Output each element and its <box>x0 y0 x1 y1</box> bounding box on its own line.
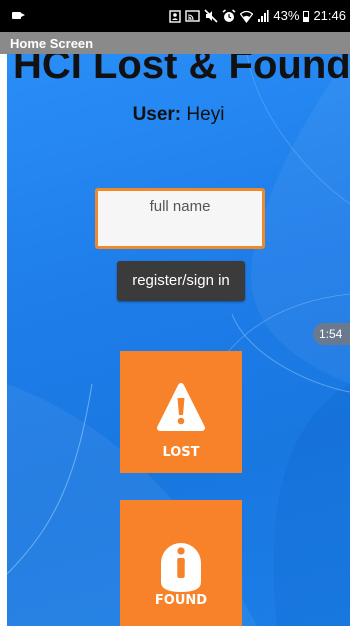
cast-icon <box>185 9 201 22</box>
signal-icon <box>258 10 270 22</box>
app-bar: Home Screen <box>0 32 350 54</box>
found-label: FOUND <box>154 593 208 608</box>
status-icons: 43% 21:46 <box>169 8 346 24</box>
timer-badge: 1:54 <box>313 323 350 345</box>
clock: 21:46 <box>313 8 346 23</box>
user-label: User: <box>132 104 182 125</box>
user-line: User: Heyi <box>7 104 350 126</box>
lost-label: LOST <box>162 445 200 460</box>
battery-icon <box>303 10 310 22</box>
contact-card-icon <box>169 9 182 23</box>
user-name: Heyi <box>186 104 225 125</box>
app-bar-title: Home Screen <box>10 36 94 51</box>
wifi-icon <box>240 10 254 23</box>
found-button[interactable]: FOUND <box>120 500 242 626</box>
full-name-input[interactable] <box>95 188 265 249</box>
page-title: HCI Lost & Found <box>13 54 350 87</box>
home-screen: 43% 21:46 Home Screen HCI Lost & Found U… <box>0 0 350 626</box>
lost-button[interactable]: LOST <box>120 351 242 473</box>
battery-percent: 43% <box>273 8 300 23</box>
register-sign-in-button[interactable]: register/sign in <box>117 261 245 301</box>
alarm-icon <box>222 9 236 22</box>
main-content: HCI Lost & Found User: Heyi register/sig… <box>7 54 350 626</box>
camera-icon <box>12 12 25 19</box>
status-bar: 43% 21:46 <box>0 0 350 32</box>
mute-icon <box>204 9 218 23</box>
